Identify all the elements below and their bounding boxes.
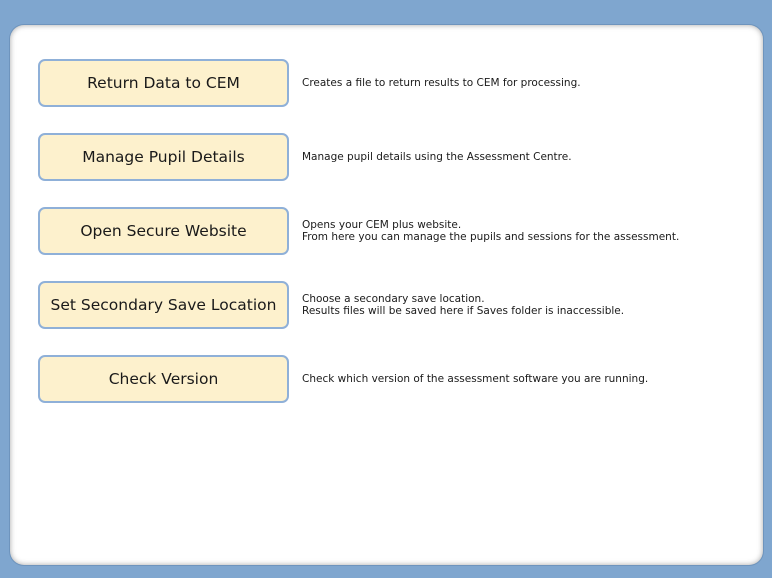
description-line: Opens your CEM plus website.: [302, 219, 462, 231]
description-line: Manage pupil details using the Assessmen…: [302, 151, 572, 163]
set-secondary-save-location-description: Choose a secondary save location. Result…: [302, 281, 762, 329]
menu-row-check-version: Check Version Check which version of the…: [38, 355, 758, 405]
menu-row-save-location: Set Secondary Save Location Choose a sec…: [38, 281, 758, 331]
description-line: Results files will be saved here if Save…: [302, 305, 625, 317]
check-version-button[interactable]: Check Version: [38, 355, 289, 403]
open-secure-website-button[interactable]: Open Secure Website: [38, 207, 289, 255]
menu-row-secure-website: Open Secure Website Opens your CEM plus …: [38, 207, 758, 257]
description-line: Check which version of the assessment so…: [302, 373, 649, 385]
check-version-description: Check which version of the assessment so…: [302, 355, 762, 403]
description-line: From here you can manage the pupils and …: [302, 231, 680, 243]
menu-row-manage-pupils: Manage Pupil Details Manage pupil detail…: [38, 133, 758, 183]
menu-row-return-data: Return Data to CEM Creates a file to ret…: [38, 59, 758, 109]
description-line: Choose a secondary save location.: [302, 293, 485, 305]
description-line: Creates a file to return results to CEM …: [302, 77, 581, 89]
return-data-description: Creates a file to return results to CEM …: [302, 59, 762, 107]
manage-pupil-details-description: Manage pupil details using the Assessmen…: [302, 133, 762, 181]
manage-pupil-details-button[interactable]: Manage Pupil Details: [38, 133, 289, 181]
return-data-button[interactable]: Return Data to CEM: [38, 59, 289, 107]
main-panel: Return Data to CEM Creates a file to ret…: [10, 25, 763, 565]
open-secure-website-description: Opens your CEM plus website. From here y…: [302, 207, 762, 255]
set-secondary-save-location-button[interactable]: Set Secondary Save Location: [38, 281, 289, 329]
